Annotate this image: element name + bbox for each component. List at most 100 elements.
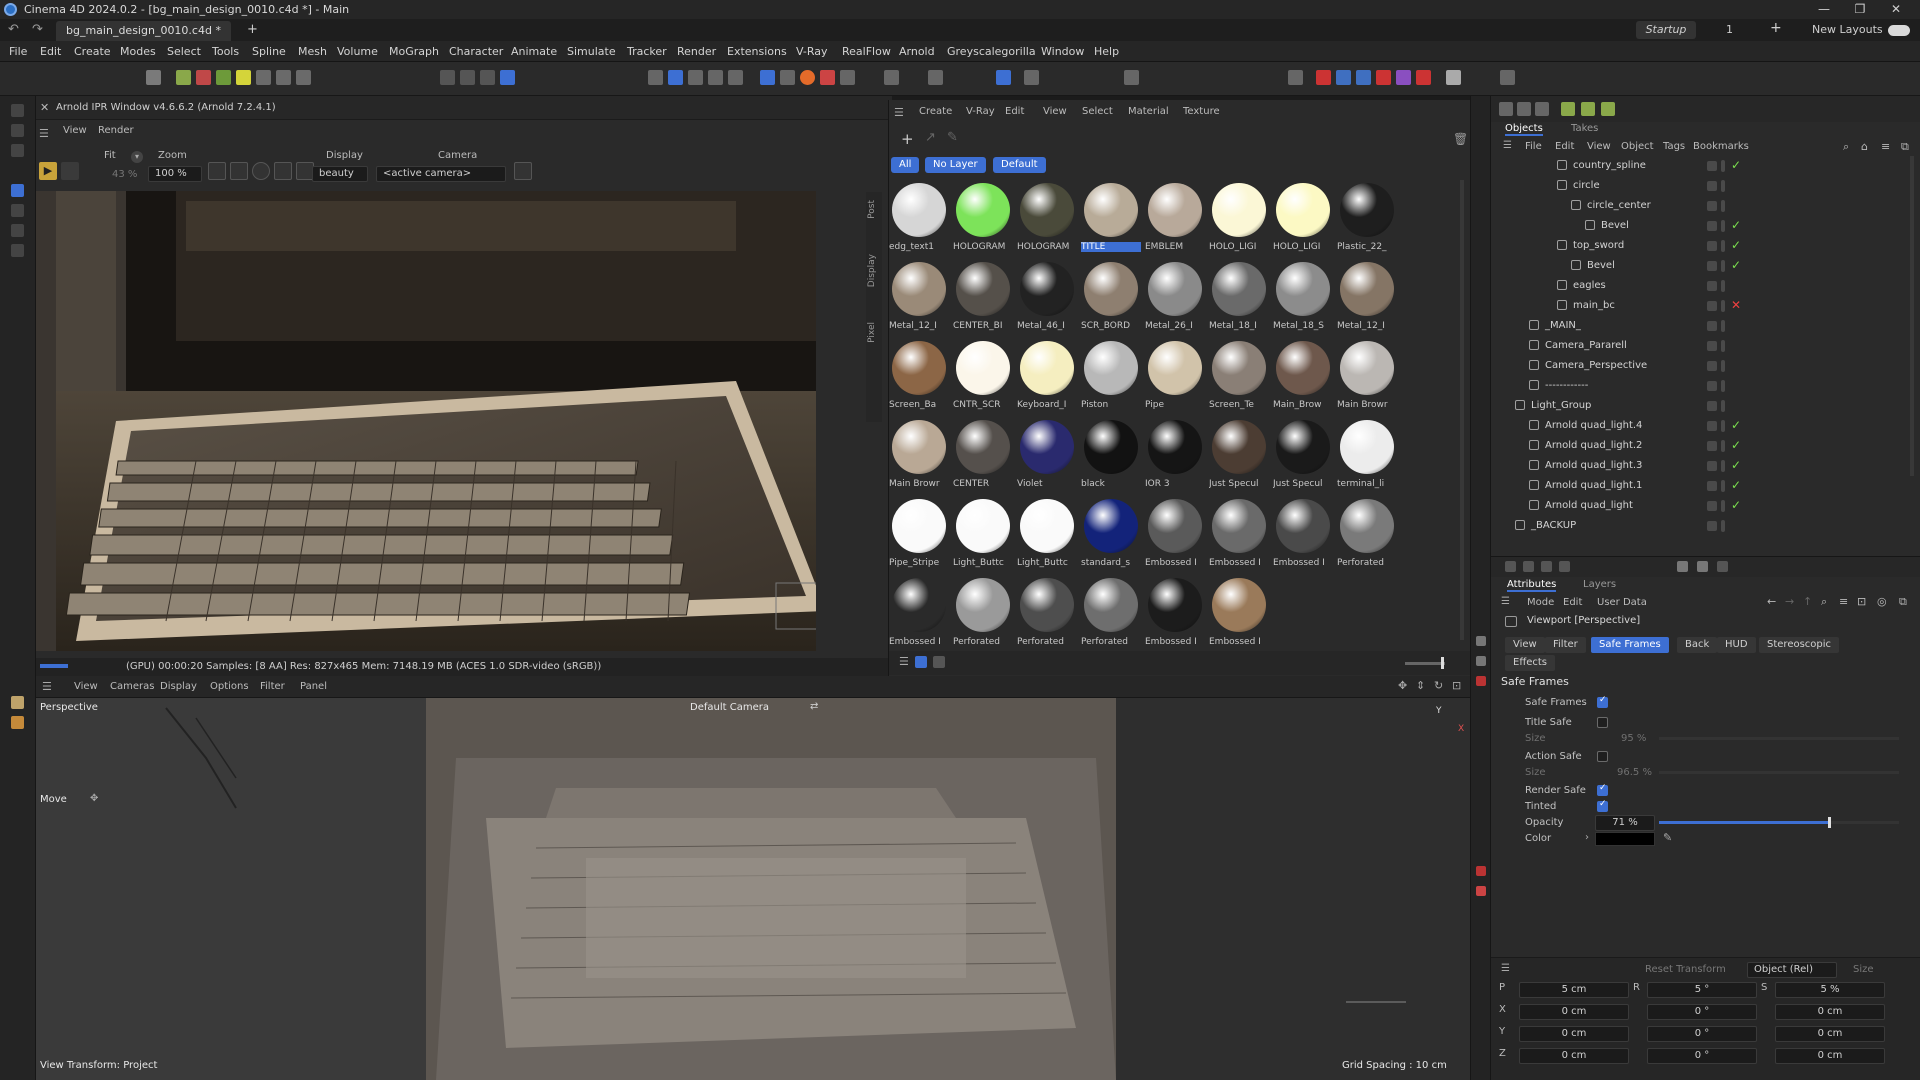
- menu-realflow[interactable]: RealFlow: [842, 45, 891, 58]
- home-icon[interactable]: ⌂: [1861, 140, 1868, 153]
- material-swatch[interactable]: HOLOGRAM: [953, 180, 1013, 258]
- menu-arnold[interactable]: Arnold: [899, 45, 935, 58]
- mat-menu-create[interactable]: Create: [919, 106, 952, 117]
- mat-menu-edit[interactable]: Edit: [1005, 106, 1024, 117]
- large-view-icon[interactable]: [933, 656, 945, 668]
- attr-settings-icon[interactable]: ◎: [1877, 595, 1887, 608]
- material-swatch[interactable]: CENTER: [953, 417, 1013, 495]
- filter-all[interactable]: All: [891, 157, 920, 173]
- menu-simulate[interactable]: Simulate: [567, 45, 616, 58]
- knife-tool-icon[interactable]: [11, 204, 24, 217]
- coord-scale-field[interactable]: 5 %: [1775, 982, 1885, 998]
- enabled-check-icon[interactable]: ✓: [1731, 498, 1741, 512]
- menu-greyscalegorilla[interactable]: Greyscalegorilla: [947, 45, 1036, 58]
- object-row[interactable]: Arnold quad_light.2 ✓: [1491, 436, 1920, 456]
- object-name[interactable]: Arnold quad_light.1: [1545, 480, 1642, 491]
- coord-position-field[interactable]: 0 cm: [1519, 1004, 1629, 1020]
- opacity-field[interactable]: 71 %: [1595, 815, 1655, 831]
- safe-frames-checkbox[interactable]: [1597, 695, 1608, 708]
- extrude-tool-icon[interactable]: [11, 224, 24, 237]
- opacity-slider-handle[interactable]: [1828, 817, 1832, 828]
- object-name[interactable]: Arnold quad_light.4: [1545, 420, 1642, 431]
- material-swatch[interactable]: IOR 3: [1145, 417, 1205, 495]
- object-name[interactable]: country_spline: [1573, 160, 1646, 171]
- attr-menu-mode[interactable]: Mode: [1527, 597, 1554, 608]
- menu-mesh[interactable]: Mesh: [298, 45, 327, 58]
- arnold-tools-icon[interactable]: [1446, 70, 1461, 85]
- subtab-effects[interactable]: Effects: [1505, 655, 1555, 671]
- tab-objects[interactable]: Objects: [1505, 123, 1543, 136]
- enabled-check-icon[interactable]: ✓: [1731, 258, 1741, 272]
- coord-position-field[interactable]: 0 cm: [1519, 1026, 1629, 1042]
- side-tab-display[interactable]: Display: [867, 254, 877, 287]
- object-row[interactable]: Camera_Perspective: [1491, 356, 1920, 376]
- object-name[interactable]: Arnold quad_light.3: [1545, 460, 1642, 471]
- side-tab-post[interactable]: Post: [867, 200, 877, 219]
- add-material-icon[interactable]: +: [901, 130, 914, 148]
- tinted-checkbox[interactable]: [1597, 799, 1608, 812]
- material-swatch[interactable]: Just Specul: [1209, 417, 1269, 495]
- visibility-dots-icon[interactable]: [1721, 280, 1725, 292]
- filter-icon[interactable]: ≡: [1881, 140, 1890, 153]
- material-swatch[interactable]: Main_Brow: [1273, 338, 1333, 416]
- material-scrollbar[interactable]: [1460, 180, 1464, 640]
- mat-menu-material[interactable]: Material: [1128, 106, 1169, 117]
- camera-link-icon[interactable]: ⇄: [810, 701, 818, 712]
- ipr-menu-render[interactable]: Render: [98, 125, 134, 136]
- material-swatch[interactable]: edg_text1: [889, 180, 949, 258]
- move-tool-icon[interactable]: [11, 104, 24, 117]
- obj-menu-edit[interactable]: Edit: [1555, 141, 1574, 152]
- subtab-safe-frames[interactable]: Safe Frames: [1591, 637, 1669, 653]
- layer-color-icon[interactable]: [1707, 461, 1717, 471]
- arnold-render-icon[interactable]: [1316, 70, 1331, 85]
- vp-menu-filter[interactable]: Filter: [260, 681, 285, 692]
- material-swatch[interactable]: Violet: [1017, 417, 1077, 495]
- menu-create[interactable]: Create: [74, 45, 111, 58]
- layer-color-icon[interactable]: [1707, 281, 1717, 291]
- model-mode-icon[interactable]: [648, 70, 663, 85]
- object-name[interactable]: Arnold quad_light: [1545, 500, 1633, 511]
- material-swatch[interactable]: Main Browr: [1337, 338, 1397, 416]
- globe-icon[interactable]: [252, 162, 270, 180]
- close-icon[interactable]: ✕: [1882, 1, 1910, 18]
- crop-icon[interactable]: [230, 162, 248, 180]
- filter-no-layer[interactable]: No Layer: [925, 157, 986, 173]
- opacity-slider[interactable]: [1659, 817, 1899, 828]
- material-swatch[interactable]: Metal_46_I: [1017, 259, 1077, 337]
- attr-icon-7[interactable]: [1717, 561, 1728, 572]
- thumbnail-size-slider[interactable]: [1405, 662, 1445, 665]
- back-arrow-icon[interactable]: ←: [1767, 595, 1776, 608]
- forward-arrow-icon[interactable]: →: [1785, 595, 1794, 608]
- material-swatch[interactable]: Screen_Te: [1209, 338, 1269, 416]
- strip-icon-b[interactable]: [1476, 656, 1486, 666]
- object-name[interactable]: Camera_Pararell: [1545, 340, 1627, 351]
- subtab-stereoscopic[interactable]: Stereoscopic: [1759, 637, 1840, 653]
- arnold-volume-icon[interactable]: [1396, 70, 1411, 85]
- layout-tab-startup[interactable]: Startup: [1636, 21, 1696, 39]
- object-name[interactable]: Camera_Perspective: [1545, 360, 1647, 371]
- enabled-check-icon[interactable]: ✓: [1731, 218, 1741, 232]
- arnold-ipr-icon[interactable]: [1336, 70, 1351, 85]
- visibility-dots-icon[interactable]: [1721, 420, 1725, 432]
- display-select[interactable]: beauty: [312, 166, 368, 182]
- object-row[interactable]: _MAIN_: [1491, 316, 1920, 336]
- zoom-field[interactable]: 100 %: [148, 166, 202, 182]
- subtab-back[interactable]: Back: [1677, 637, 1718, 653]
- document-tab[interactable]: bg_main_design_0010.c4d *: [56, 21, 231, 41]
- material-swatch[interactable]: CNTR_SCR: [953, 338, 1013, 416]
- null-object-icon[interactable]: [1561, 102, 1575, 116]
- live-selection-icon[interactable]: [146, 70, 161, 85]
- viewport-menu-icon[interactable]: ☰: [42, 680, 52, 693]
- points-mode-icon[interactable]: [688, 70, 703, 85]
- menu-modes[interactable]: Modes: [120, 45, 156, 58]
- layer-color-icon[interactable]: [1707, 421, 1717, 431]
- strip-icon-a[interactable]: [1476, 636, 1486, 646]
- action-safe-checkbox[interactable]: [1597, 751, 1608, 762]
- add-layout-icon[interactable]: +: [1770, 19, 1782, 37]
- effector-object-icon[interactable]: [1601, 102, 1615, 116]
- coord-size-select[interactable]: Size: [1853, 964, 1874, 975]
- obj-menu-object[interactable]: Object: [1621, 141, 1654, 152]
- layer-color-icon[interactable]: [1707, 401, 1717, 411]
- object-row[interactable]: country_spline ✓: [1491, 156, 1920, 176]
- object-row[interactable]: Arnold quad_light.1 ✓: [1491, 476, 1920, 496]
